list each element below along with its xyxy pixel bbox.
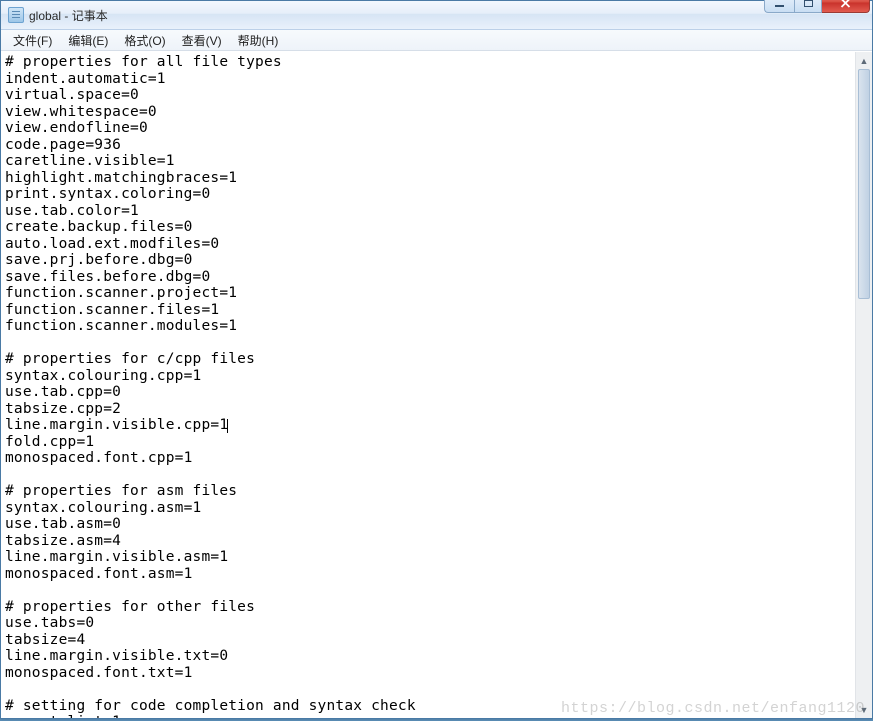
menu-edit[interactable]: 编辑(E): [60, 30, 116, 51]
close-icon: [840, 0, 851, 8]
close-button[interactable]: [822, 0, 870, 13]
titlebar[interactable]: global - 记事本: [1, 1, 872, 30]
window-title: global - 记事本: [29, 7, 108, 24]
minimize-icon: [775, 5, 784, 7]
scroll-up-arrow-icon[interactable]: ▲: [856, 52, 872, 69]
text-editor[interactable]: # properties for all file types indent.a…: [1, 52, 855, 718]
notepad-icon: [8, 7, 24, 23]
menu-format[interactable]: 格式(O): [116, 30, 173, 51]
menu-view[interactable]: 查看(V): [174, 30, 230, 51]
scroll-thumb[interactable]: [858, 69, 870, 299]
content-area: # properties for all file types indent.a…: [1, 51, 872, 718]
maximize-icon: [804, 0, 813, 7]
vertical-scrollbar[interactable]: ▲ ▼: [855, 52, 872, 718]
maximize-button[interactable]: [794, 0, 822, 13]
notepad-window: global - 记事本 文件(F) 编辑(E) 格式(O) 查看(V) 帮助(…: [0, 0, 873, 719]
menu-file[interactable]: 文件(F): [5, 30, 60, 51]
menubar: 文件(F) 编辑(E) 格式(O) 查看(V) 帮助(H): [1, 30, 872, 51]
minimize-button[interactable]: [764, 0, 794, 13]
menu-help[interactable]: 帮助(H): [230, 30, 287, 51]
window-controls: [764, 0, 870, 13]
scroll-down-arrow-icon[interactable]: ▼: [856, 701, 872, 718]
